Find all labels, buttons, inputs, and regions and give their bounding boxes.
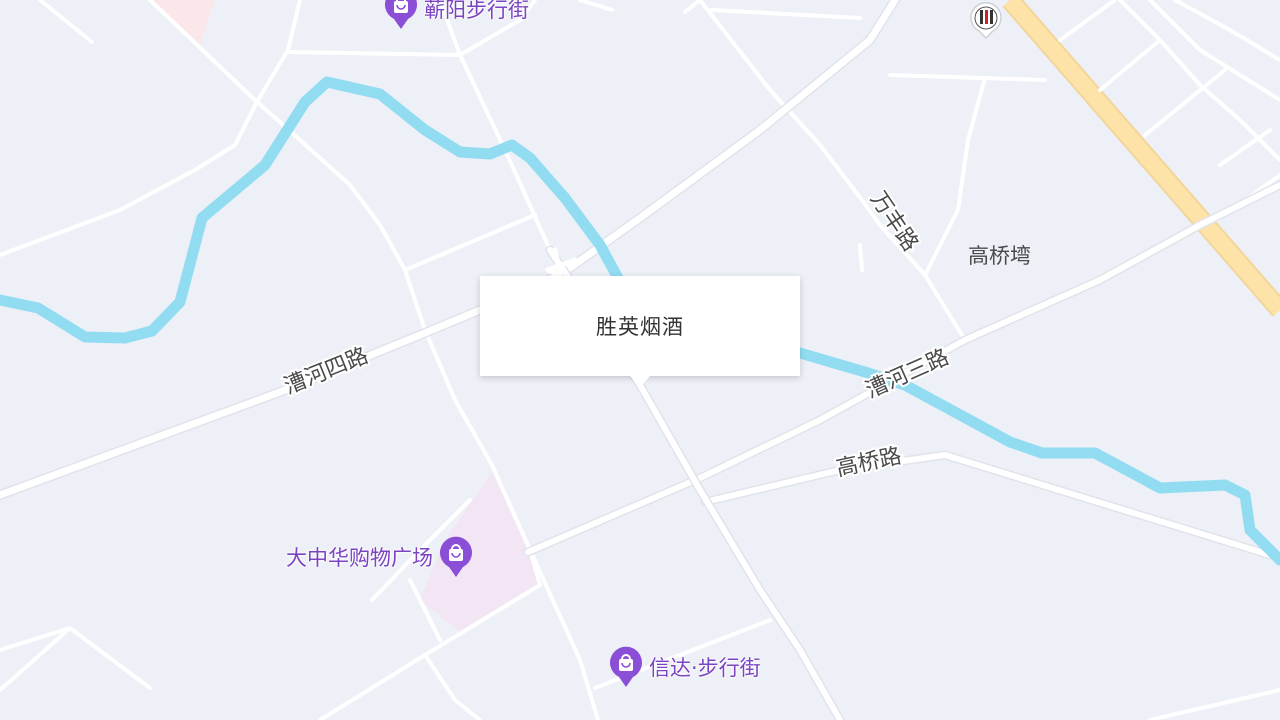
shopping-bag-icon [610, 646, 642, 687]
poi-qiyang-pedestrian-street[interactable]: 蕲阳步行街 [384, 0, 529, 30]
poi-xinda-pedestrian-street[interactable]: 信达·步行街 [609, 646, 761, 688]
gas-station-logo-icon[interactable] [968, 0, 1004, 40]
location-info-popup[interactable]: 胜英烟酒 [480, 276, 800, 387]
shopping-bag-icon [440, 536, 472, 577]
road-label-caohe-4: 漕河四路 [281, 343, 372, 399]
poi-dazhonghua-shopping-plaza[interactable]: 大中华购物广场 [286, 536, 473, 578]
road-label-wanfeng: 万丰路 [865, 187, 923, 256]
poi-label: 蕲阳步行街 [424, 0, 529, 22]
area-label-gaoqiaowan: 高桥塆 [968, 244, 1031, 268]
shopping-bag-icon [385, 0, 417, 29]
map-view[interactable]: 漕河四路 漕河三路 高桥路 万丰路 高桥塆 蕲阳步行街 大中华购物广场 信达·步… [0, 0, 1280, 720]
popup-title: 胜英烟酒 [596, 315, 684, 339]
poi-label: 大中华购物广场 [286, 546, 433, 570]
road-label-caohe-3: 漕河三路 [862, 345, 953, 404]
poi-label: 信达·步行街 [649, 656, 761, 680]
highway [1002, 0, 1280, 317]
road-label-gaoqiao: 高桥路 [834, 444, 904, 482]
